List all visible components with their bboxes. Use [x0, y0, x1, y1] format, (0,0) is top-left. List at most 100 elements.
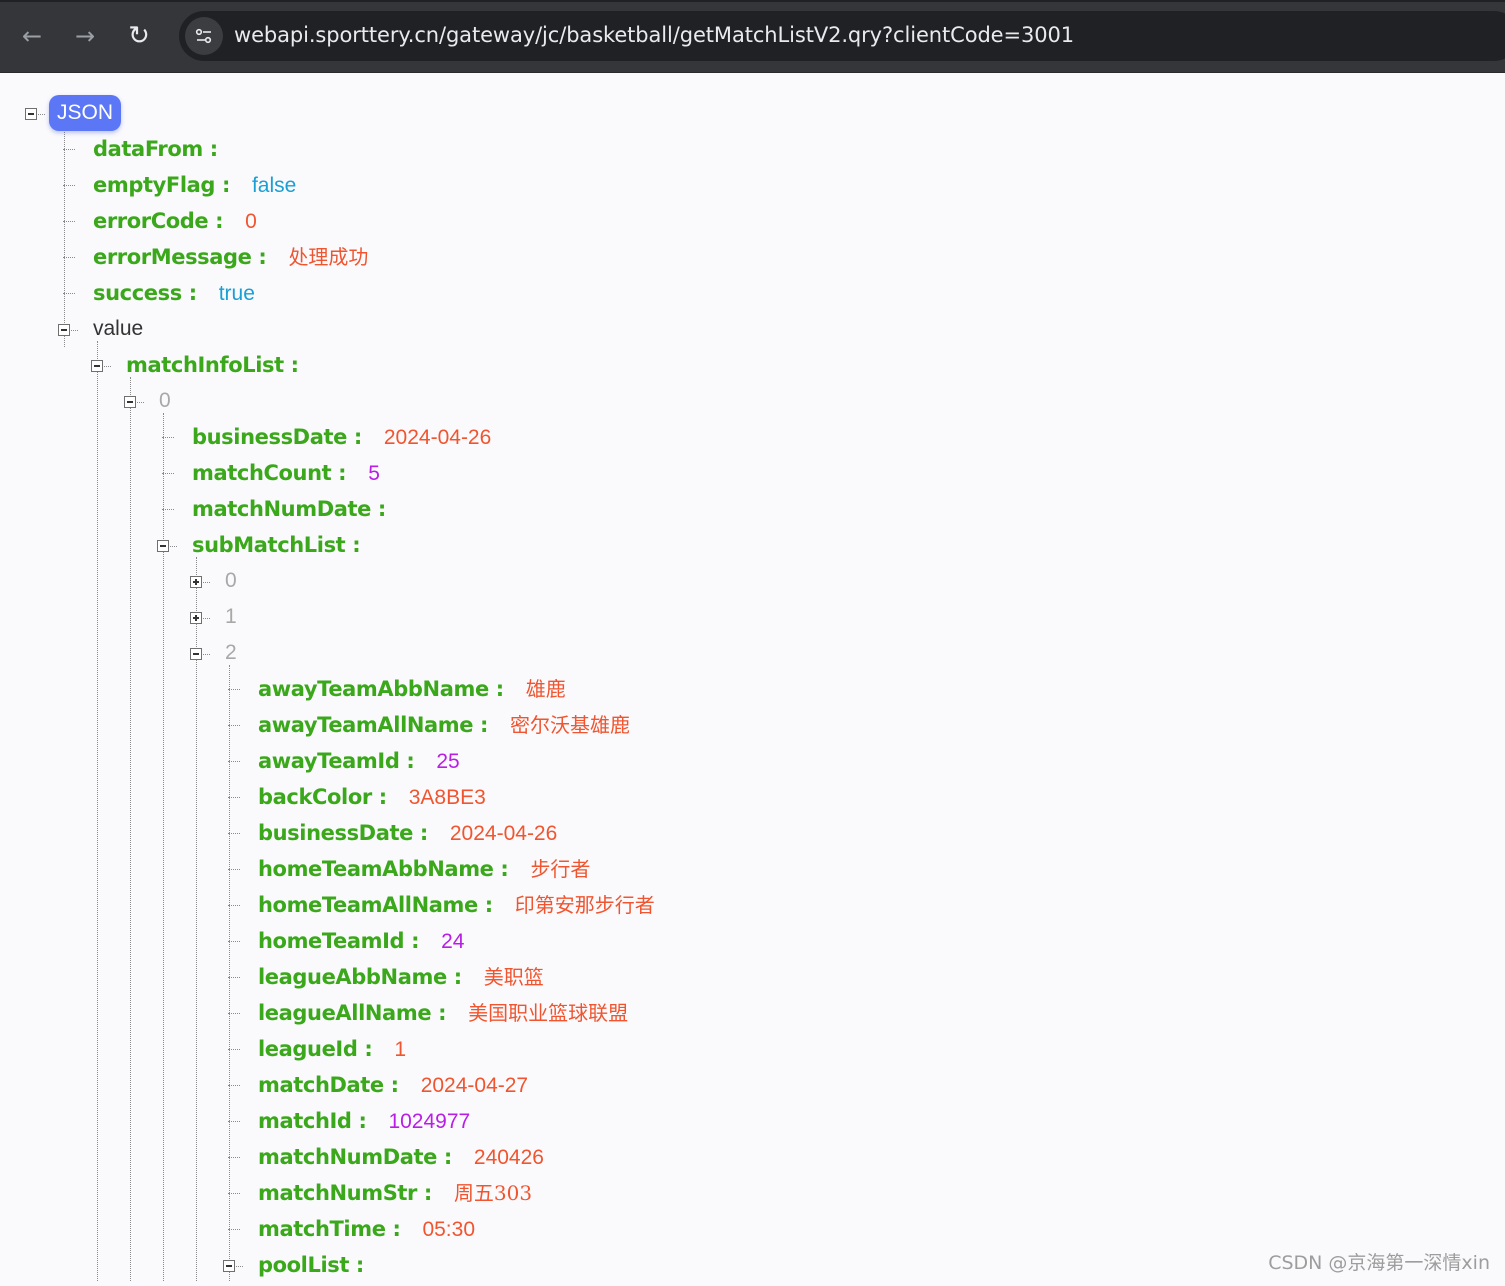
site-info-icon[interactable]	[185, 17, 223, 55]
tree-key: homeTeamAllName :	[258, 893, 493, 917]
back-arrow-icon[interactable]: ←	[16, 20, 48, 52]
tree-guide-line	[130, 377, 131, 1281]
tree-row: leagueAllName : 美国职业篮球联盟	[228, 995, 629, 1031]
tree-row: matchNumDate :	[162, 491, 386, 527]
json-root-badge[interactable]: JSON	[49, 95, 121, 131]
expand-toggle-icon[interactable]	[190, 576, 210, 588]
tree-value: 周五303	[453, 1181, 533, 1205]
tree-value: 美职篮	[483, 965, 544, 989]
tree-key: awayTeamAllName :	[258, 713, 489, 737]
tree-key: matchTime :	[258, 1217, 401, 1241]
tree-row: matchCount : 5	[162, 455, 380, 491]
tree-key: awayTeamAbbName :	[258, 677, 504, 701]
tree-key: businessDate :	[192, 425, 362, 449]
tree-row[interactable]: 0	[225, 563, 237, 599]
tree-value: 2024-04-26	[383, 426, 492, 449]
tree-value: 2024-04-27	[420, 1074, 529, 1097]
tree-row[interactable]: 0	[159, 383, 171, 419]
tree-row[interactable]: value	[93, 311, 143, 347]
tree-row: dataFrom :	[63, 131, 218, 167]
collapse-toggle-icon[interactable]	[223, 1260, 243, 1272]
tree-key: matchNumDate :	[192, 497, 386, 521]
collapse-toggle-icon[interactable]	[91, 360, 111, 372]
tree-key: awayTeamId :	[258, 749, 415, 773]
address-bar[interactable]: webapi.sporttery.cn/gateway/jc/basketbal…	[179, 11, 1505, 61]
tree-value: 美国职业篮球联盟	[468, 1001, 629, 1025]
expand-toggle-icon[interactable]	[190, 612, 210, 624]
tree-key: success :	[93, 281, 197, 305]
tree-row: matchTime : 05:30	[228, 1211, 476, 1247]
collapse-toggle-icon[interactable]	[25, 108, 45, 120]
tree-guide-line	[229, 665, 230, 1281]
tree-key: dataFrom :	[93, 137, 218, 161]
tree-value: 1	[394, 1038, 407, 1061]
tree-value: 密尔沃基雄鹿	[510, 713, 631, 737]
tree-row: awayTeamAllName : 密尔沃基雄鹿	[228, 707, 631, 743]
tree-row: backColor : 3A8BE3	[228, 779, 486, 815]
tab-strip-edge	[0, 0, 1505, 2]
tree-row[interactable]: 2	[225, 635, 237, 671]
array-index: 1	[225, 605, 237, 628]
array-index: 0	[159, 389, 171, 412]
url-text[interactable]: webapi.sporttery.cn/gateway/jc/basketbal…	[234, 23, 1074, 47]
tree-row: success : true	[63, 275, 255, 311]
tree-row: awayTeamId : 25	[228, 743, 460, 779]
tree-key: matchNumDate :	[258, 1145, 452, 1169]
tree-value: 24	[441, 930, 465, 953]
forward-arrow-icon[interactable]: →	[69, 20, 101, 52]
tree-value: 05:30	[422, 1218, 476, 1241]
tree-key: leagueAbbName :	[258, 965, 462, 989]
tree-row: matchNumStr : 周五303	[228, 1175, 533, 1211]
tree-row: businessDate : 2024-04-26	[228, 815, 558, 851]
tree-value: 3A8BE3	[408, 786, 486, 809]
tree-key: homeTeamId :	[258, 929, 420, 953]
tree-row: awayTeamAbbName : 雄鹿	[228, 671, 566, 707]
tree-row[interactable]: matchInfoList :	[126, 347, 299, 383]
tree-key: subMatchList :	[192, 533, 361, 557]
collapse-toggle-icon[interactable]	[124, 396, 144, 408]
collapse-toggle-icon[interactable]	[190, 648, 210, 660]
tree-key: homeTeamAbbName :	[258, 857, 509, 881]
tree-row: matchId : 1024977	[228, 1103, 471, 1139]
array-index: 2	[225, 641, 237, 664]
tree-row[interactable]: 1	[225, 599, 237, 635]
tree-value: 1024977	[388, 1110, 471, 1133]
tree-node-label: value	[93, 317, 144, 340]
tree-row: homeTeamAllName : 印第安那步行者	[228, 887, 655, 923]
tree-key: errorCode :	[93, 209, 224, 233]
tree-key: errorMessage :	[93, 245, 267, 269]
tree-value: true	[218, 282, 255, 305]
tree-key: matchInfoList :	[126, 353, 299, 377]
tree-value: 2024-04-26	[449, 822, 558, 845]
tree-value: 印第安那步行者	[514, 893, 655, 917]
collapse-toggle-icon[interactable]	[157, 540, 177, 552]
tree-row: leagueAbbName : 美职篮	[228, 959, 544, 995]
tree-row: errorCode : 0	[63, 203, 257, 239]
collapse-toggle-icon[interactable]	[58, 324, 78, 336]
tree-guide-line	[196, 557, 197, 1281]
tree-key: matchNumStr :	[258, 1181, 432, 1205]
tree-guide-line	[64, 125, 65, 347]
tree-key: backColor :	[258, 785, 387, 809]
tree-value: 步行者	[530, 857, 591, 881]
tree-value: 5	[368, 462, 380, 485]
tree-value: 25	[436, 750, 460, 773]
tree-row: matchNumDate : 240426	[228, 1139, 544, 1175]
tree-value: 处理成功	[288, 245, 369, 269]
json-tree-viewer: JSON dataFrom : emptyFlag : false errorCo…	[0, 73, 1505, 1281]
array-index: 0	[225, 569, 237, 592]
tree-value: 雄鹿	[525, 677, 566, 701]
tree-key: leagueId :	[258, 1037, 373, 1061]
reload-icon[interactable]: ↻	[123, 20, 155, 52]
tree-key: emptyFlag :	[93, 173, 230, 197]
tree-row: emptyFlag : false	[63, 167, 297, 203]
watermark: CSDN @京海第一深情xin	[1268, 1252, 1490, 1274]
tree-key: poolList :	[258, 1253, 364, 1277]
tree-row: businessDate : 2024-04-26	[162, 419, 492, 455]
tree-row[interactable]: subMatchList :	[192, 527, 361, 563]
tree-value: 240426	[473, 1146, 544, 1169]
tree-row[interactable]: poolList :	[258, 1247, 364, 1283]
tree-key: businessDate :	[258, 821, 428, 845]
tree-value: false	[251, 174, 297, 197]
tree-key: matchId :	[258, 1109, 367, 1133]
